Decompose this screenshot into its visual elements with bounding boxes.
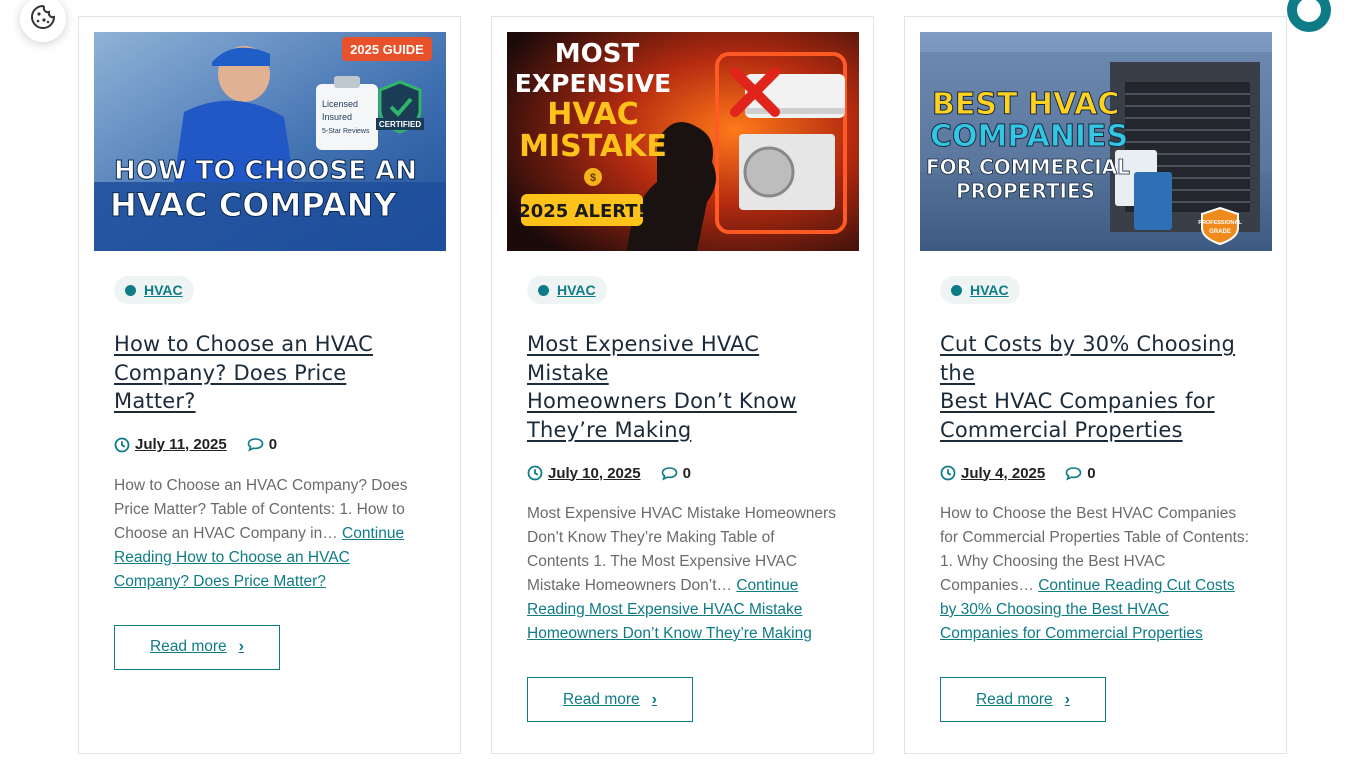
read-more-label: Read more	[149, 638, 227, 655]
post-card: PROFESSIONAL GRADE BEST HVAC COMPANIES F…	[904, 16, 1287, 754]
post-date-link[interactable]: July 4, 2025	[940, 465, 1045, 482]
post-date: July 11, 2025	[135, 436, 227, 453]
comment-icon	[661, 466, 677, 481]
category-link[interactable]: HVAC	[557, 282, 596, 298]
svg-text:PROPERTIES: PROPERTIES	[956, 179, 1095, 203]
svg-text:Insured: Insured	[322, 112, 352, 122]
post-title-line: Cut Costs by 30% Choosing the	[940, 332, 1236, 385]
clock-icon	[940, 465, 956, 481]
category-link[interactable]: HVAC	[144, 282, 183, 298]
svg-text:BEST HVAC: BEST HVAC	[932, 87, 1119, 122]
chevron-right-icon: ›	[1064, 690, 1070, 708]
comment-icon	[247, 438, 264, 452]
post-title-line: Best HVAC Companies for	[940, 389, 1215, 413]
read-more-button[interactable]: Read more ›	[940, 677, 1106, 722]
post-card: Licensed Insured 5-Star Reviews CERTIFIE…	[78, 16, 461, 754]
svg-text:EXPENSIVE: EXPENSIVE	[515, 69, 671, 98]
post-date-link[interactable]: July 11, 2025	[114, 436, 227, 453]
post-thumbnail[interactable]: PROFESSIONAL GRADE BEST HVAC COMPANIES F…	[920, 32, 1272, 251]
svg-text:Licensed: Licensed	[322, 99, 358, 109]
cookie-settings-button[interactable]	[20, 0, 66, 42]
svg-text:HVAC: HVAC	[547, 97, 639, 132]
post-title-line: Most Expensive HVAC Mistake	[527, 332, 760, 385]
thumbnail-image: PROFESSIONAL GRADE BEST HVAC COMPANIES F…	[920, 32, 1272, 251]
category-dot	[538, 284, 549, 296]
comment-count-value: 0	[682, 464, 691, 482]
svg-text:MISTAKE: MISTAKE	[519, 129, 667, 164]
category-dot	[125, 284, 136, 296]
category-badge: HVAC	[940, 276, 1020, 304]
svg-text:HVAC COMPANY: HVAC COMPANY	[110, 186, 397, 224]
post-excerpt: Most Expensive HVAC Mistake Homeowners D…	[527, 502, 838, 646]
read-more-button[interactable]: Read more ›	[114, 624, 280, 670]
post-title-line: They’re Making	[527, 417, 692, 442]
svg-text:PROFESSIONAL: PROFESSIONAL	[1198, 220, 1242, 226]
chat-button[interactable]	[1287, 0, 1331, 32]
comment-count[interactable]: 0	[247, 436, 277, 453]
svg-text:GRADE: GRADE	[1209, 229, 1231, 235]
read-more-button[interactable]: Read more ›	[527, 677, 693, 722]
post-excerpt: How to Choose an HVAC Company? Does Pric…	[114, 474, 425, 594]
thumbnail-image: MOST EXPENSIVE HVAC MISTAKE $ 2025 ALERT…	[507, 32, 859, 251]
post-meta: July 4, 2025 0	[940, 462, 1251, 484]
chevron-right-icon: ›	[651, 690, 657, 708]
comment-count[interactable]: 0	[661, 465, 691, 482]
comment-count-value: 0	[1087, 464, 1096, 482]
post-title-line: Company? Does Price Matter?	[114, 360, 347, 414]
comment-icon	[1065, 466, 1082, 481]
svg-text:$: $	[590, 172, 596, 184]
svg-text:MOST: MOST	[555, 39, 640, 69]
svg-text:5-Star Reviews: 5-Star Reviews	[322, 128, 370, 135]
read-more-label: Read more	[975, 690, 1053, 708]
chevron-right-icon: ›	[238, 638, 244, 655]
post-title-line: How to Choose an HVAC	[114, 332, 373, 356]
post-meta: July 10, 2025 0	[527, 462, 838, 484]
clock-icon	[527, 465, 543, 481]
post-grid: Licensed Insured 5-Star Reviews CERTIFIE…	[78, 16, 1287, 754]
post-title-link[interactable]: Most Expensive HVAC Mistake Homeowners D…	[527, 330, 838, 444]
comment-count[interactable]: 0	[1065, 464, 1096, 482]
cookie-icon	[29, 3, 57, 36]
comment-count-value: 0	[268, 436, 278, 453]
post-thumbnail[interactable]: MOST EXPENSIVE HVAC MISTAKE $ 2025 ALERT…	[507, 32, 859, 251]
category-link[interactable]: HVAC	[970, 282, 1009, 298]
chat-bubble-icon	[1297, 0, 1321, 22]
post-title-link[interactable]: How to Choose an HVAC Company? Does Pric…	[114, 330, 425, 416]
post-title-link[interactable]: Cut Costs by 30% Choosing the Best HVAC …	[940, 330, 1251, 444]
svg-text:FOR COMMERCIAL: FOR COMMERCIAL	[926, 155, 1130, 179]
category-dot	[951, 284, 962, 296]
post-title-line: Homeowners Don’t Know	[527, 389, 797, 413]
svg-text:CERTIFIED: CERTIFIED	[379, 120, 421, 129]
post-title-line: Commercial Properties	[940, 417, 1183, 442]
post-date-link[interactable]: July 10, 2025	[527, 465, 641, 482]
thumbnail-image: Licensed Insured 5-Star Reviews CERTIFIE…	[94, 32, 446, 251]
clock-icon	[114, 437, 130, 452]
post-excerpt: How to Choose the Best HVAC Companies fo…	[940, 502, 1251, 646]
post-date: July 10, 2025	[548, 464, 641, 482]
svg-text:2025 GUIDE: 2025 GUIDE	[350, 42, 424, 57]
svg-text:2025 ALERT!: 2025 ALERT!	[518, 201, 646, 222]
category-badge: HVAC	[527, 276, 607, 304]
svg-text:HOW TO CHOOSE AN: HOW TO CHOOSE AN	[114, 156, 417, 186]
post-date: July 4, 2025	[961, 464, 1046, 482]
post-thumbnail[interactable]: Licensed Insured 5-Star Reviews CERTIFIE…	[94, 32, 446, 251]
read-more-label: Read more	[562, 690, 640, 708]
category-badge: HVAC	[114, 276, 194, 304]
post-meta: July 11, 2025 0	[114, 434, 425, 456]
post-card: MOST EXPENSIVE HVAC MISTAKE $ 2025 ALERT…	[491, 16, 874, 754]
svg-text:COMPANIES: COMPANIES	[930, 119, 1128, 154]
